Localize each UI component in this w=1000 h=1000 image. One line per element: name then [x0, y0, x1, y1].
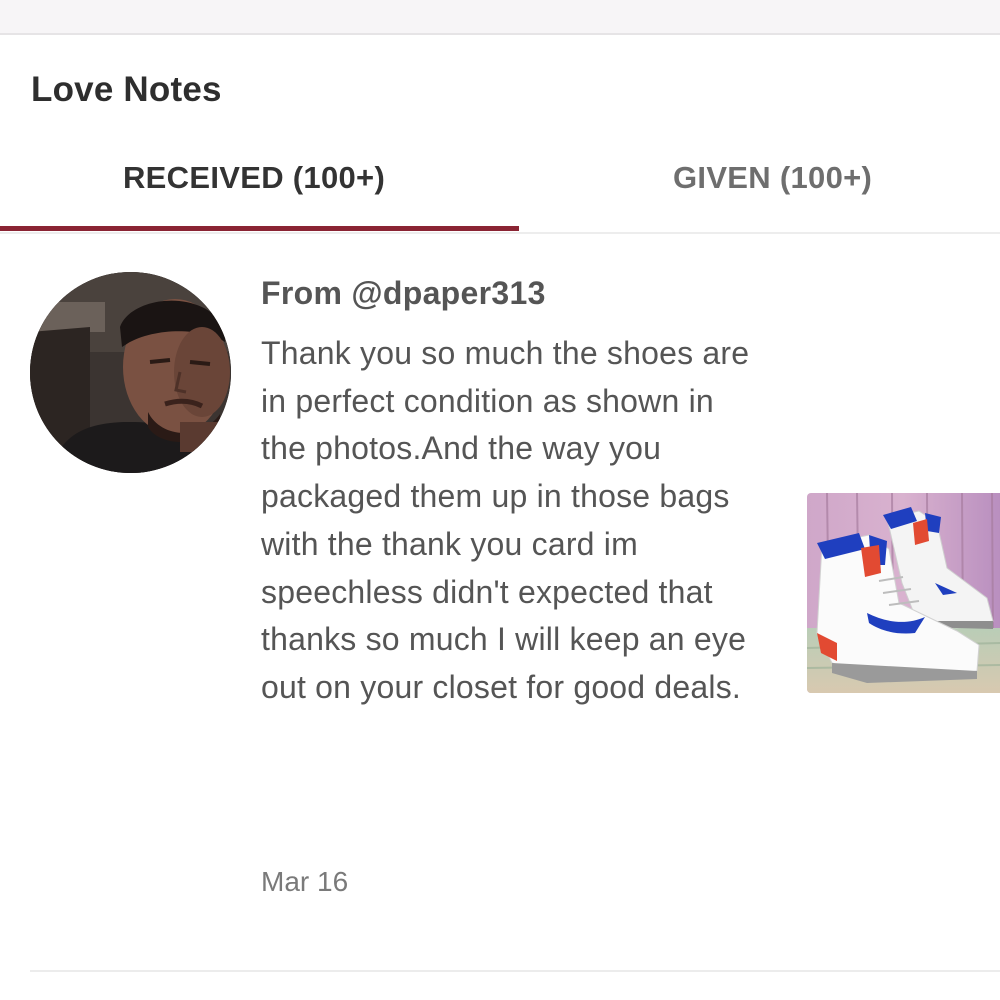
active-tab-indicator: [0, 226, 519, 231]
note-photo[interactable]: [807, 493, 1000, 693]
avatar[interactable]: [30, 272, 231, 473]
status-bar-area: [0, 0, 1000, 35]
list-divider: [30, 970, 1000, 972]
tab-bar: RECEIVED (100+) GIVEN (100+): [0, 140, 1000, 234]
sneakers-image: [807, 493, 1000, 693]
note-message: Thank you so much the shoes are in perfe…: [261, 335, 750, 705]
note-sender[interactable]: From @dpaper313: [261, 275, 546, 312]
user-avatar-image: [30, 272, 231, 473]
tab-given[interactable]: GIVEN (100+): [673, 160, 872, 196]
tab-received[interactable]: RECEIVED (100+): [123, 160, 385, 196]
page-title: Love Notes: [31, 70, 222, 109]
note-date: Mar 16: [261, 866, 349, 897]
